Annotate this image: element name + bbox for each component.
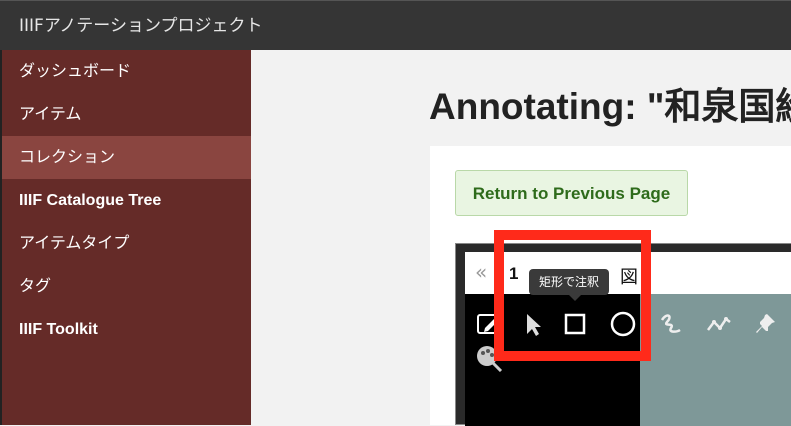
- page-title: Annotating: "和泉国絵: [429, 86, 791, 127]
- annotation-toolbar: [465, 294, 791, 426]
- pointer-icon[interactable]: [519, 310, 547, 338]
- rectangle-tooltip: 矩形で注釈: [529, 269, 610, 295]
- sidebar-item-iiif-catalogue-tree[interactable]: IIIF Catalogue Tree: [2, 179, 251, 222]
- viewer-header: « 1 図: [465, 252, 791, 294]
- edit-icon[interactable]: [475, 310, 503, 338]
- sidebar-item-items[interactable]: アイテム: [2, 93, 251, 136]
- app-title[interactable]: IIIFアノテーションプロジェクト: [19, 16, 262, 36]
- canvas-number: 1: [509, 264, 519, 283]
- polyline-icon[interactable]: [705, 310, 733, 338]
- return-button[interactable]: Return to Previous Page: [455, 170, 688, 216]
- sidebar: ダッシュボード アイテム コレクション IIIF Catalogue Tree …: [0, 50, 251, 425]
- mirador-viewer: « 1 図: [455, 243, 791, 426]
- ellipse-icon[interactable]: [609, 310, 637, 338]
- tooltip-arrow: [569, 295, 581, 301]
- freehand-icon[interactable]: [657, 310, 685, 338]
- sidebar-item-item-types[interactable]: アイテムタイプ: [2, 222, 251, 265]
- main-content: Annotating: "和泉国絵 Return to Previous Pag…: [251, 50, 791, 426]
- top-bar: IIIFアノテーションプロジェクト: [0, 0, 791, 50]
- pin-icon[interactable]: [753, 310, 781, 338]
- sidebar-item-iiif-toolkit[interactable]: IIIF Toolkit: [2, 308, 251, 351]
- rectangle-icon[interactable]: [561, 310, 589, 338]
- sidebar-item-dashboard[interactable]: ダッシュボード: [2, 50, 251, 93]
- canvas-title: 図: [620, 267, 638, 288]
- sidebar-item-tags[interactable]: タグ: [2, 265, 251, 308]
- sidebar-item-collections[interactable]: コレクション: [2, 136, 251, 179]
- collapse-icon[interactable]: «: [475, 260, 487, 284]
- annotation-card: Return to Previous Page « 1 図: [430, 146, 791, 426]
- palette-icon[interactable]: [475, 344, 503, 372]
